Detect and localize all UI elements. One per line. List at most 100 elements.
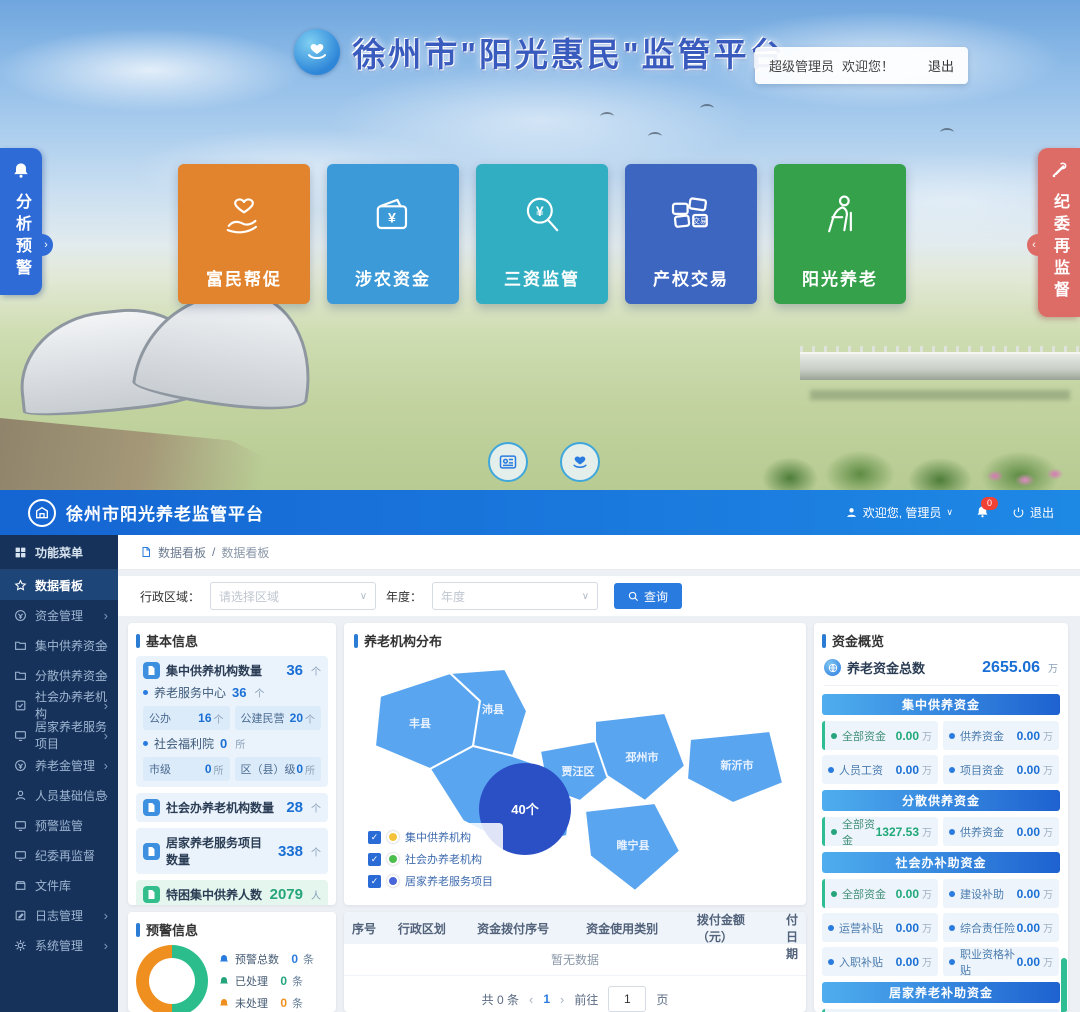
home-care-projects-card: 居家养老服务项目数量 338 个: [136, 828, 328, 874]
sidebar-item-file-library[interactable]: 文件库: [0, 870, 118, 900]
stat-pill: 区（县）级0所: [235, 757, 322, 781]
coins-icon: [14, 759, 27, 772]
check-square-icon: [14, 699, 27, 712]
filter-bar: 行政区域： 请选择区域∨ 年度： 年度∨ 查询: [118, 576, 1080, 616]
sidebar-item-discipline-supervision[interactable]: 纪委再监督: [0, 840, 118, 870]
id-card-icon[interactable]: [488, 442, 528, 482]
chevron-right-icon: ›: [104, 638, 108, 653]
hero-logout-button[interactable]: 退出: [928, 56, 954, 75]
document-icon: [140, 546, 152, 558]
tile-label: 涉农资金: [355, 265, 431, 290]
basic-info-title: 基本信息: [136, 631, 328, 650]
sidebar-item-log-management[interactable]: 日志管理›: [0, 900, 118, 930]
svg-text:贾汪区: 贾汪区: [562, 764, 595, 778]
scrollbar-thumb[interactable]: [1061, 958, 1067, 1012]
section-banner-decentralized: 分散供养资金: [822, 790, 1060, 811]
tile-shenong-zijin[interactable]: ¥ 涉农资金: [327, 164, 459, 304]
discipline-supervision-tab[interactable]: 纪委再监督 ‹: [1038, 148, 1080, 317]
legend-home-care-projects[interactable]: ✓居家养老服务项目: [368, 873, 493, 889]
fund-stat-cell: 全部资金0.00万: [822, 879, 938, 908]
elder-icon: [814, 164, 866, 265]
hero-user-name: 超级管理员: [769, 56, 834, 75]
tile-fumin-bangcu[interactable]: 富民帮促: [178, 164, 310, 304]
coins-icon: [14, 609, 27, 622]
flowers-decoration: [980, 462, 1080, 490]
tile-yangguang-yanglao[interactable]: 阳光养老: [774, 164, 906, 304]
sidebar: 功能菜单 数据看板 资金管理› 集中供养资金› 分散供养资金› 社会办养老机构›…: [0, 535, 118, 1012]
fund-stat-cell: 职业资格补贴0.00万: [943, 947, 1059, 976]
pagination-next-button[interactable]: ›: [560, 992, 564, 1007]
hero-title: 徐州市"阳光惠民"监管平台: [352, 28, 785, 76]
app-root: 徐州市"阳光惠民"监管平台 超级管理员 欢迎您！ 退出 分析预警 › 纪委再监督…: [0, 0, 1080, 1012]
chevron-right-icon: ›: [104, 698, 108, 713]
warning-processed-stat: 已处理 0 条: [218, 973, 314, 989]
heart-care-icon[interactable]: [560, 442, 600, 482]
year-select[interactable]: 年度∨: [432, 582, 598, 610]
sidebar-item-decentralized-funds[interactable]: 分散供养资金›: [0, 660, 118, 690]
search-button[interactable]: 查询: [614, 583, 682, 609]
legend-social-institutions[interactable]: ✓社会办养老机构: [368, 851, 493, 867]
dashboard-logo-icon: [28, 499, 56, 527]
blocks-trade-icon: 交易: [664, 164, 718, 265]
caret-down-icon: ∨: [360, 591, 367, 602]
fund-stat-cell: 人员工资0.00万: [822, 755, 938, 784]
sidebar-item-warning-supervision[interactable]: 预警监管: [0, 810, 118, 840]
region-select[interactable]: 请选择区域∨: [210, 582, 376, 610]
chevron-right-icon: ›: [104, 908, 108, 923]
tile-sanzi-jianguan[interactable]: ¥ 三资监管: [476, 164, 608, 304]
tile-chanquan-jiaoyi[interactable]: 交易 产权交易: [625, 164, 757, 304]
sidebar-item-centralized-funds[interactable]: 集中供养资金›: [0, 630, 118, 660]
user-menu[interactable]: 欢迎您, 管理员 ∨: [845, 504, 953, 521]
analysis-warning-tab[interactable]: 分析预警 ›: [0, 148, 42, 295]
tile-label: 三资监管: [504, 265, 580, 290]
tile-label: 产权交易: [653, 265, 729, 290]
gear-icon: [14, 939, 27, 952]
tile-label: 富民帮促: [206, 265, 282, 290]
sidebar-item-social-institutions[interactable]: 社会办养老机构›: [0, 690, 118, 720]
fund-stat-cell: 项目资金0.00万: [943, 755, 1059, 784]
breadcrumb-current: 数据看板: [221, 544, 269, 561]
chevron-right-icon: ›: [104, 608, 108, 623]
warning-unprocessed-stat: 未处理 0 条: [218, 995, 314, 1011]
pagination-prev-button[interactable]: ‹: [529, 992, 533, 1007]
sidebar-item-home-care-projects[interactable]: 居家养老服务项目›: [0, 720, 118, 750]
hand-heart-icon: [218, 164, 270, 265]
archive-icon: [14, 879, 27, 892]
sidebar-item-personnel-info[interactable]: 人员基础信息›: [0, 780, 118, 810]
stat-pill: 公办16个: [143, 706, 230, 730]
fund-stat-cell: 入职补贴0.00万: [822, 947, 938, 976]
svg-text:新沂市: 新沂市: [721, 758, 754, 772]
document-icon: [143, 662, 160, 679]
fund-stat-cell: 全部资金1327.53万: [822, 817, 938, 846]
fund-stat-cell: 综合责任险0.00万: [943, 913, 1059, 942]
sidebar-item-dashboard[interactable]: 数据看板: [0, 570, 118, 600]
pagination-page-input[interactable]: [608, 986, 646, 1012]
sidebar-item-pension-management[interactable]: 养老金管理›: [0, 750, 118, 780]
trade-badge: 交易: [693, 216, 708, 225]
svg-text:睢宁县: 睢宁县: [617, 838, 650, 852]
warning-total-stat: 预警总数 0 条: [218, 951, 314, 967]
sidebar-item-fund-management[interactable]: 资金管理›: [0, 600, 118, 630]
sidebar-item-system-management[interactable]: 系统管理›: [0, 930, 118, 960]
hero-user-welcome: 欢迎您！: [842, 56, 894, 75]
logout-button[interactable]: 退出: [1012, 504, 1054, 521]
folder-icon: [14, 669, 27, 682]
svg-text:沛县: 沛县: [482, 702, 504, 716]
bell-icon: [218, 975, 230, 987]
pagination-page-1[interactable]: 1: [543, 992, 550, 1006]
bell-icon: [218, 953, 230, 965]
map-title: 养老机构分布: [354, 631, 796, 650]
legend-centralized-institutions[interactable]: ✓集中供养机构: [368, 829, 493, 845]
stat-pill: 公建民营20个: [235, 706, 322, 730]
year-filter-label: 年度：: [386, 588, 422, 605]
main-content: 数据看板 / 数据看板 行政区域： 请选择区域∨ 年度： 年度∨ 查询 基本信息: [118, 535, 1080, 1012]
folder-icon: [14, 639, 27, 652]
chevron-right-icon: ›: [104, 788, 108, 803]
person-icon: [14, 789, 27, 802]
pagination-goto-label: 前往: [574, 991, 598, 1008]
fund-stat-cell: 建设补助0.00万: [943, 879, 1059, 908]
checkbox-checked-icon: ✓: [368, 875, 381, 888]
breadcrumb-root[interactable]: 数据看板: [158, 544, 206, 561]
notification-badge: 0: [981, 497, 998, 510]
notification-bell[interactable]: 0: [975, 504, 990, 522]
